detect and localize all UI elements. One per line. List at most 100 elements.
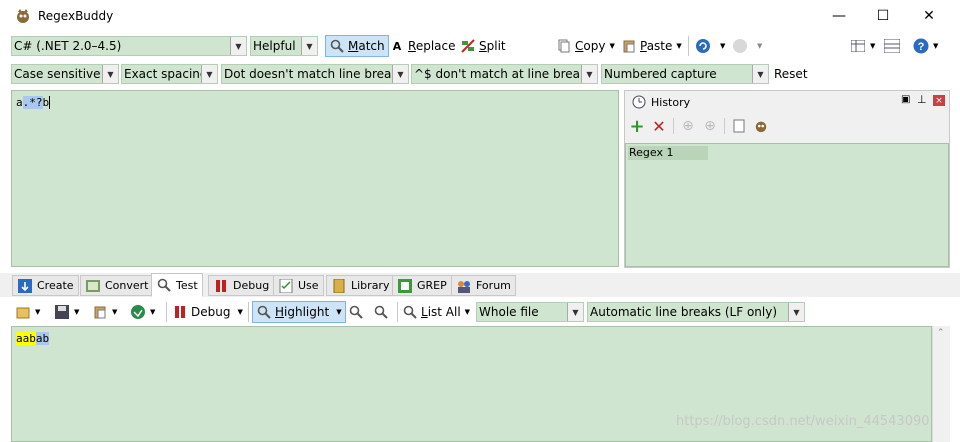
- dropdown-arrow-icon[interactable]: ▼: [237, 308, 242, 316]
- scope-select[interactable]: Whole file ▼: [476, 302, 584, 322]
- new-document-icon[interactable]: [731, 118, 747, 134]
- dropdown-arrow-icon[interactable]: ▼: [609, 42, 614, 50]
- chevron-down-icon[interactable]: ▼: [201, 65, 217, 83]
- dropdown-arrow-icon[interactable]: ▼: [933, 42, 938, 50]
- close-panel-button[interactable]: ×: [933, 95, 945, 106]
- web-button[interactable]: ▼: [130, 301, 155, 323]
- case-value: Case sensitive: [14, 67, 101, 81]
- maximize-button[interactable]: ☐: [868, 6, 898, 26]
- tab-convert-label: Convert: [105, 279, 149, 292]
- tab-debug[interactable]: Debug: [208, 275, 275, 296]
- replace-button[interactable]: A Replace: [389, 35, 456, 57]
- history-list[interactable]: Regex 1: [625, 143, 949, 267]
- debug-button[interactable]: Debug ▼: [172, 301, 243, 323]
- regex-text: a.*?b: [16, 96, 51, 109]
- case-select[interactable]: Case sensitive ▼: [11, 64, 119, 84]
- dropdown-arrow-icon[interactable]: ▼: [336, 308, 341, 316]
- paste-label: Paste: [640, 39, 673, 53]
- move-down-icon[interactable]: ⊕: [702, 118, 718, 134]
- chevron-down-icon[interactable]: ▼: [102, 65, 118, 83]
- watermark: https://blog.csdn.net/weixin_44543090: [676, 414, 930, 429]
- open-file-button[interactable]: ▼: [15, 301, 40, 323]
- list-all-button[interactable]: List All ▼: [402, 301, 470, 323]
- dropdown-arrow-icon[interactable]: ▼: [757, 42, 762, 50]
- convert-icon: [85, 278, 101, 294]
- debug-icon: [213, 278, 229, 294]
- highlight-button[interactable]: Highlight ▼: [252, 301, 346, 323]
- anchors-select[interactable]: ^$ don't match at line breaks ▼: [411, 64, 598, 84]
- layout-button[interactable]: ▼: [850, 35, 875, 57]
- move-up-icon[interactable]: ⊕: [680, 118, 696, 134]
- tab-convert[interactable]: Convert: [80, 275, 154, 296]
- tab-forum[interactable]: Forum: [451, 275, 516, 296]
- minimize-button[interactable]: —: [824, 6, 854, 26]
- chevron-down-icon[interactable]: ▼: [301, 37, 317, 55]
- spacing-value: Exact spacing: [124, 67, 208, 81]
- tab-create[interactable]: Create: [12, 275, 79, 296]
- toolbar-separator: [397, 302, 398, 322]
- toolbar-separator: [673, 118, 674, 134]
- float-panel-icon[interactable]: ▣: [901, 94, 910, 105]
- chevron-down-icon[interactable]: ▼: [230, 37, 246, 55]
- line-breaks-select[interactable]: Automatic line breaks (LF only) ▼: [587, 302, 805, 322]
- chevron-down-icon[interactable]: ▼: [581, 65, 597, 83]
- help-button[interactable]: ? ▼: [913, 35, 938, 57]
- redo-icon: [732, 38, 748, 54]
- window-title: RegexBuddy: [38, 9, 114, 23]
- dot-select[interactable]: Dot doesn't match line breaks ▼: [221, 64, 409, 84]
- panels-button[interactable]: [884, 35, 900, 57]
- dropdown-arrow-icon[interactable]: ▼: [870, 42, 875, 50]
- capture-select[interactable]: Numbered capture ▼: [601, 64, 769, 84]
- toolbar-separator: [688, 36, 689, 56]
- zoom-previous-icon: [348, 304, 364, 320]
- close-button[interactable]: ✕: [914, 6, 944, 26]
- paste-test-button[interactable]: ▼: [92, 301, 117, 323]
- redo-button[interactable]: ▼: [732, 35, 762, 57]
- flavor-select[interactable]: C# (.NET 2.0–4.5) ▼: [11, 36, 247, 56]
- tab-use-label: Use: [298, 279, 319, 292]
- chevron-down-icon[interactable]: ▼: [752, 65, 768, 83]
- next-match-button[interactable]: [373, 301, 389, 323]
- spacing-select[interactable]: Exact spacing ▼: [121, 64, 218, 84]
- history-item[interactable]: Regex 1: [628, 146, 708, 160]
- match-button[interactable]: Match: [325, 35, 389, 57]
- save-button[interactable]: ▼: [54, 301, 79, 323]
- previous-match-button[interactable]: [348, 301, 364, 323]
- split-button[interactable]: Split: [460, 35, 506, 57]
- regex-editor[interactable]: a.*?b: [11, 90, 619, 267]
- pin-icon[interactable]: ⊥: [917, 93, 927, 106]
- helpful-select[interactable]: Helpful ▼: [250, 36, 318, 56]
- magnifier-icon: [256, 304, 272, 320]
- text-cursor: [49, 96, 51, 109]
- tab-test-label: Test: [176, 278, 198, 292]
- panels-icon: [884, 38, 900, 54]
- tab-library[interactable]: Library: [326, 275, 395, 296]
- undo-icon: [695, 38, 711, 54]
- tab-use[interactable]: Use: [273, 275, 324, 296]
- chevron-down-icon[interactable]: ▼: [788, 303, 804, 321]
- dropdown-arrow-icon[interactable]: ▼: [465, 308, 470, 316]
- dot-value: Dot doesn't match line breaks: [224, 67, 405, 81]
- dropdown-arrow-icon[interactable]: ▼: [720, 42, 725, 50]
- dropdown-arrow-icon[interactable]: ▼: [150, 308, 155, 316]
- vertical-scrollbar[interactable]: ⌃: [932, 326, 950, 442]
- dropdown-arrow-icon[interactable]: ▼: [112, 308, 117, 316]
- paste-button[interactable]: Paste ▼: [621, 35, 682, 57]
- tab-test[interactable]: Test: [151, 273, 203, 297]
- tab-library-label: Library: [351, 279, 390, 292]
- dropdown-arrow-icon[interactable]: ▼: [74, 308, 79, 316]
- zoom-next-icon: [373, 304, 389, 320]
- tab-grep[interactable]: GREP: [392, 275, 452, 296]
- chevron-down-icon[interactable]: ▼: [392, 65, 408, 83]
- scroll-up-icon[interactable]: ⌃: [937, 328, 945, 338]
- magnifier-icon: [402, 304, 418, 320]
- regexbuddy-icon[interactable]: [753, 118, 769, 134]
- delete-icon[interactable]: ✕: [651, 117, 667, 136]
- add-icon[interactable]: +: [629, 116, 645, 137]
- copy-button[interactable]: Copy ▼: [556, 35, 615, 57]
- reset-button[interactable]: Reset: [774, 63, 808, 85]
- undo-button[interactable]: ▼: [695, 35, 725, 57]
- chevron-down-icon[interactable]: ▼: [567, 303, 583, 321]
- dropdown-arrow-icon[interactable]: ▼: [676, 42, 681, 50]
- dropdown-arrow-icon[interactable]: ▼: [35, 308, 40, 316]
